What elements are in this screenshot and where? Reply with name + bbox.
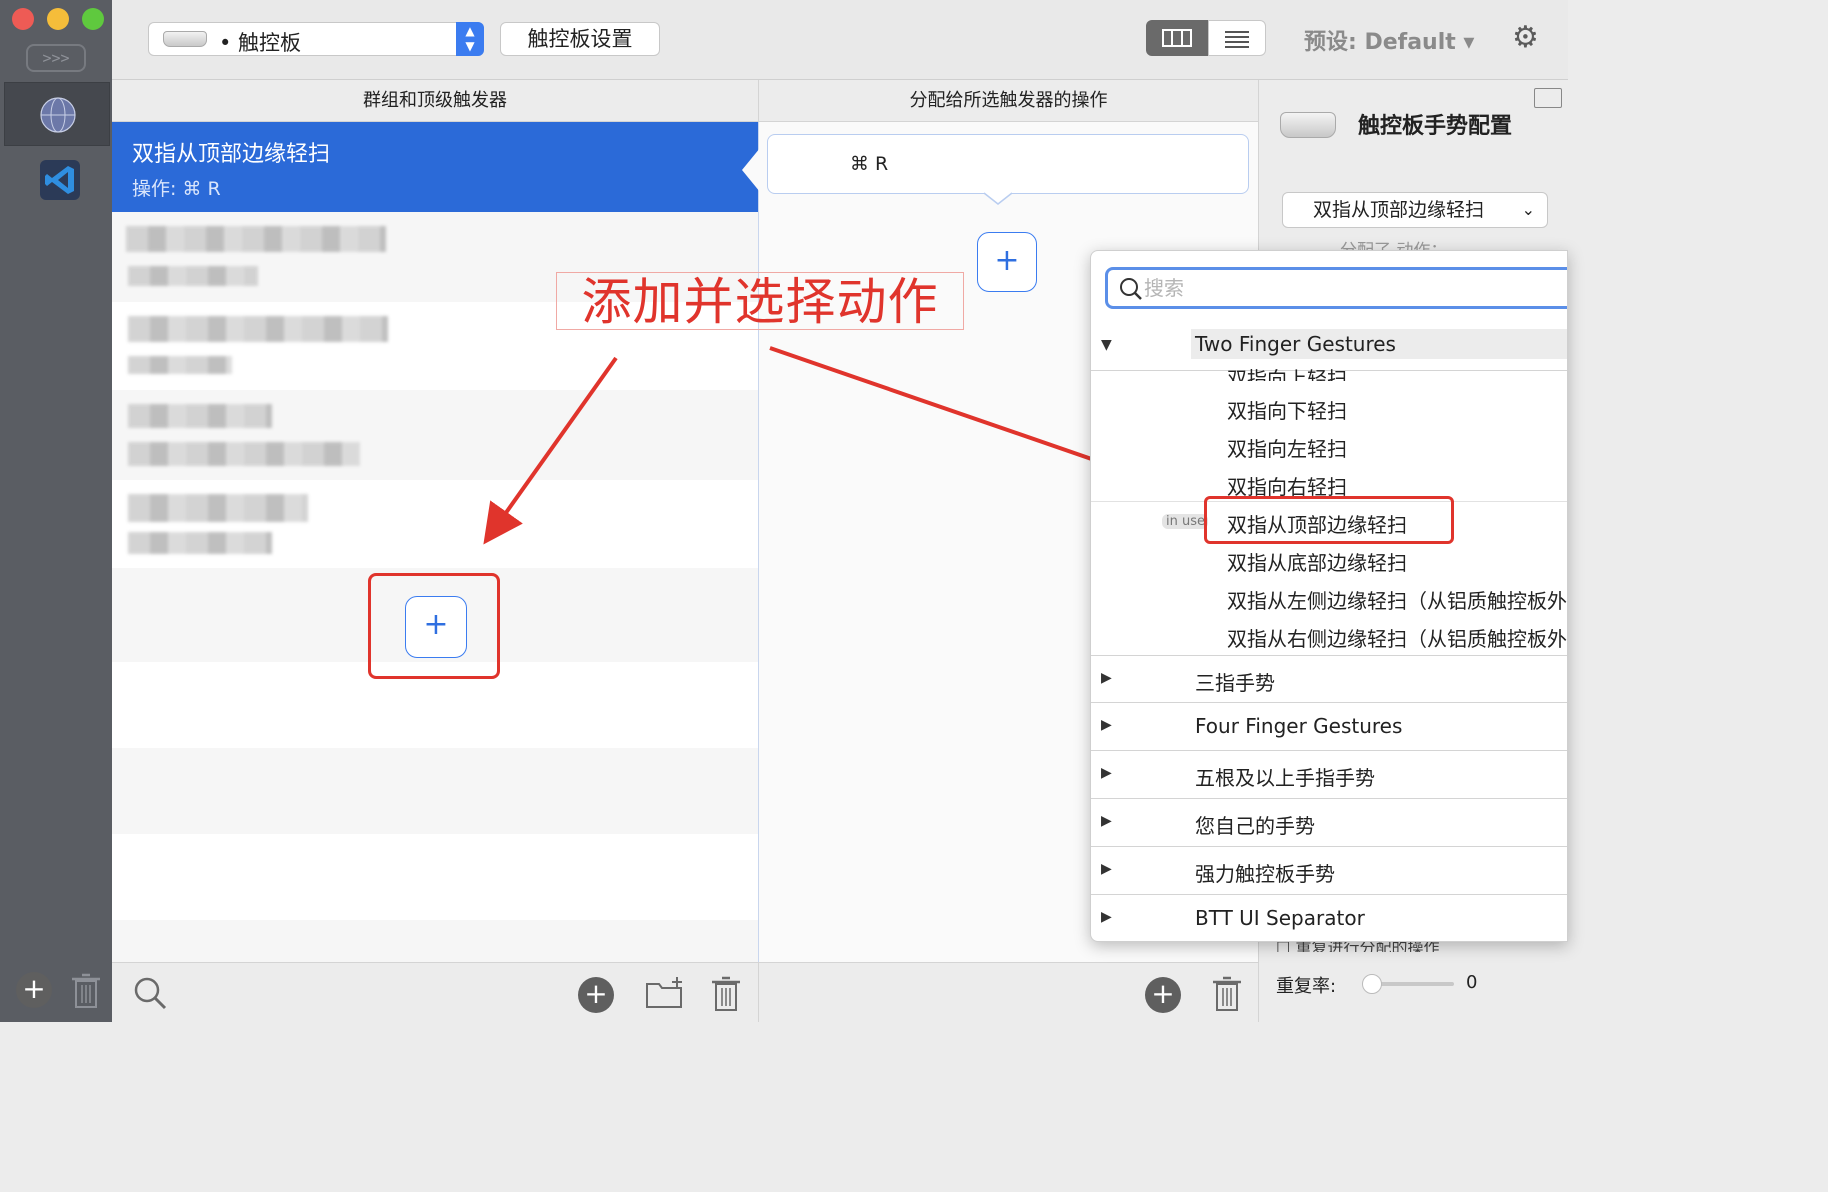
gesture-item[interactable]: 双指从底部边缘轻扫 — [1227, 547, 1407, 576]
blurred-text — [128, 404, 272, 428]
trigger-title: 双指从顶部边缘轻扫 — [132, 142, 331, 167]
blurred-text — [128, 442, 360, 466]
trigger-row[interactable] — [112, 480, 758, 568]
group-four-finger[interactable]: ▶ Four Finger Gestures — [1091, 703, 1567, 751]
group-label: 强力触控板手势 — [1195, 862, 1335, 886]
blurred-text — [128, 316, 388, 342]
search-icon — [1118, 274, 1144, 310]
trigger-row[interactable] — [112, 390, 758, 480]
chevron-down-icon: ⌄ — [1521, 200, 1535, 219]
selection-pointer-icon — [742, 148, 760, 192]
more-apps-button[interactable]: >>> — [26, 44, 86, 72]
disclosure-closed-icon: ▶ — [1101, 765, 1112, 781]
minimize-window-button[interactable] — [47, 8, 69, 30]
app-sidebar — [0, 0, 112, 1022]
vscode-app-item[interactable] — [40, 160, 80, 200]
trigger-list-empty-row — [112, 920, 758, 962]
gesture-selector[interactable]: 双指从顶部边缘轻扫 ⌄ — [1282, 192, 1548, 228]
trash-icon[interactable] — [710, 975, 742, 1021]
group-custom-gestures[interactable]: ▶ 您自己的手势 — [1091, 799, 1567, 847]
zoom-window-button[interactable] — [82, 8, 104, 30]
add-action-footer-button[interactable]: + — [1145, 977, 1181, 1013]
blurred-text — [128, 532, 272, 554]
gesture-selector-label: 双指从顶部边缘轻扫 — [1313, 199, 1485, 221]
inspector-title: 触控板手势配置 — [1358, 114, 1513, 139]
gesture-item[interactable]: 双指向左轻扫 — [1227, 433, 1347, 462]
disclosure-closed-icon: ▶ — [1101, 861, 1112, 877]
actions-footer: + — [758, 962, 1258, 1022]
trigger-list: 双指从顶部边缘轻扫 操作: ⌘ R — [112, 122, 758, 962]
blurred-text — [128, 356, 232, 374]
action-pointer-icon — [984, 192, 1012, 205]
annotation-label: 添加并选择动作 — [556, 272, 964, 331]
trash-icon[interactable] — [1211, 975, 1243, 1021]
trigger-list-footer: + — [112, 962, 758, 1022]
close-window-button[interactable] — [12, 8, 34, 30]
blurred-text — [128, 266, 258, 286]
add-action-button[interactable]: + — [977, 232, 1037, 292]
disclosure-open-icon: ▼ — [1101, 337, 1112, 353]
disclosure-closed-icon: ▶ — [1101, 813, 1112, 829]
device-selector[interactable]: • 触控板 ▲ ▼ — [148, 22, 484, 56]
trigger-action-summary: 操作: ⌘ R — [132, 178, 221, 200]
group-force-touch[interactable]: ▶ 强力触控板手势 — [1091, 847, 1567, 895]
gesture-item[interactable]: 双指向下轻扫 — [1227, 395, 1347, 424]
add-app-button[interactable]: + — [16, 972, 52, 1008]
stepper-arrows-icon: ▲ ▼ — [456, 22, 484, 56]
blurred-text — [126, 226, 386, 252]
in-use-badge: in use — [1162, 514, 1208, 529]
trigger-picker-popover: ▼ Two Finger Gestures 双指向上轻扫 双指向下轻扫 双指向左… — [1090, 250, 1568, 942]
search-input[interactable] — [1144, 274, 1544, 302]
repeat-rate-value: 0 — [1466, 972, 1478, 993]
group-label: Two Finger Gestures — [1195, 332, 1396, 356]
globe-icon — [40, 97, 76, 133]
global-app-item[interactable] — [4, 82, 110, 146]
group-label: BTT UI Separator — [1195, 906, 1365, 930]
group-label: 三指手势 — [1195, 671, 1275, 695]
gesture-item[interactable]: 双指从左侧边缘轻扫（从铝质触控板外 — [1227, 585, 1567, 614]
group-label: Four Finger Gestures — [1195, 714, 1403, 738]
group-label: 您自己的手势 — [1195, 814, 1315, 838]
repeat-rate-slider-knob[interactable] — [1362, 974, 1382, 994]
disclosure-closed-icon: ▶ — [1101, 670, 1112, 686]
vscode-icon — [45, 166, 74, 194]
annotation-highlight-add-trigger — [368, 573, 500, 679]
group-three-finger[interactable]: ▶ 三指手势 — [1091, 655, 1567, 703]
new-folder-icon[interactable] — [644, 975, 686, 1019]
group-btt-ui-separator[interactable]: ▶ BTT UI Separator — [1091, 895, 1567, 941]
add-trigger-footer-button[interactable]: + — [578, 977, 614, 1013]
action-shortcut: ⌘ R — [850, 153, 889, 175]
disclosure-closed-icon: ▶ — [1101, 909, 1112, 925]
search-field[interactable] — [1105, 267, 1567, 310]
group-label: 五根及以上手指手势 — [1195, 766, 1375, 790]
gear-icon[interactable]: ⚙ — [1512, 20, 1539, 55]
assigned-actions-text: 分配了 动作： — [1340, 236, 1447, 250]
search-icon[interactable] — [132, 975, 168, 1019]
actions-column-header: 分配给所选触发器的操作 — [758, 80, 1258, 122]
group-five-plus-finger[interactable]: ▶ 五根及以上手指手势 — [1091, 751, 1567, 799]
columns-icon — [1162, 29, 1192, 47]
blurred-text — [128, 494, 308, 522]
device-selector-label: • 触控板 — [219, 31, 302, 55]
preset-selector[interactable]: 预设: Default ▾ — [1304, 24, 1474, 56]
gesture-item[interactable]: 双指从右侧边缘轻扫（从铝质触控板外 — [1227, 623, 1567, 652]
trackpad-icon — [1280, 112, 1336, 138]
gesture-item[interactable]: 双指向上轻扫 — [1227, 363, 1347, 381]
disclosure-closed-icon: ▶ — [1101, 717, 1112, 733]
repeat-rate-label: 重复率: — [1276, 976, 1337, 997]
list-icon — [1225, 31, 1249, 48]
trackpad-settings-button[interactable]: 触控板设置 — [500, 22, 660, 56]
list-view-button[interactable] — [1208, 20, 1266, 56]
window-toggle-icon[interactable] — [1534, 88, 1562, 108]
trigger-list-empty-row — [112, 748, 758, 834]
column-view-button[interactable] — [1146, 20, 1208, 56]
trigger-row-selected[interactable]: 双指从顶部边缘轻扫 操作: ⌘ R — [112, 122, 758, 212]
action-item[interactable]: ⌘ R — [767, 134, 1249, 194]
trackpad-icon — [163, 31, 207, 47]
trash-icon[interactable] — [70, 972, 102, 1018]
annotation-highlight-gesture-item — [1204, 496, 1454, 544]
triggers-column-header: 群组和顶级触发器 — [112, 80, 758, 122]
